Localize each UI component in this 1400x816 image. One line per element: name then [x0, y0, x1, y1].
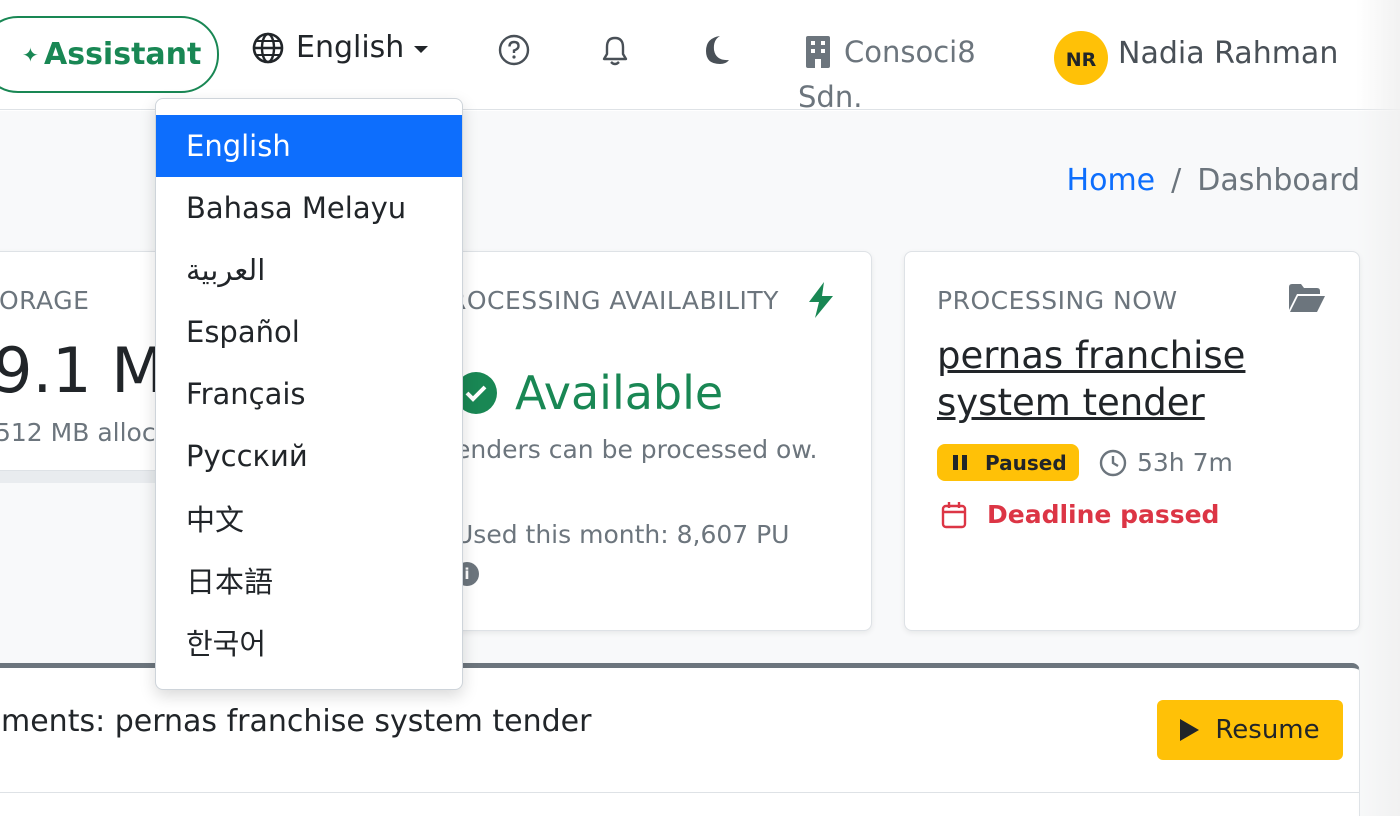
- language-option-malay[interactable]: Bahasa Melayu: [156, 177, 462, 239]
- language-option-russian[interactable]: Русский: [156, 425, 462, 487]
- bell-icon[interactable]: [600, 34, 630, 66]
- language-label: English: [296, 30, 405, 65]
- paused-label: Paused: [985, 450, 1067, 475]
- documents-title: ments: pernas franchise system tender: [1, 704, 592, 739]
- company-name: Consoci8: [844, 35, 976, 69]
- play-icon: [1180, 719, 1200, 741]
- calendar-icon: [941, 501, 967, 528]
- breadcrumb-home-link[interactable]: Home: [1067, 163, 1156, 198]
- language-option-english[interactable]: English: [156, 115, 462, 177]
- paused-status-badge: Paused: [937, 444, 1079, 481]
- processing-card-title: ROCESSING AVAILABILITY: [449, 286, 779, 315]
- assistant-button[interactable]: ✦ Assistant: [0, 16, 219, 93]
- user-avatar[interactable]: NR: [1054, 31, 1108, 85]
- resume-label: Resume: [1215, 715, 1320, 745]
- language-option-french[interactable]: Français: [156, 363, 462, 425]
- language-option-chinese[interactable]: 中文: [156, 487, 462, 549]
- availability-description: enders can be processed ow.: [455, 435, 818, 464]
- current-tender-link[interactable]: pernas franchise system tender: [937, 332, 1337, 426]
- elapsed-time: 53h 7m: [1099, 444, 1233, 481]
- processing-now-title: PROCESSING NOW: [937, 286, 1178, 315]
- availability-status: Available: [455, 366, 723, 420]
- lightning-icon: [809, 282, 833, 318]
- breadcrumb-separator: /: [1171, 163, 1182, 198]
- assistant-label: Assistant: [44, 37, 202, 72]
- deadline-status: Deadline passed: [941, 500, 1219, 529]
- language-option-arabic[interactable]: العربية: [156, 239, 462, 301]
- user-name[interactable]: Nadia Rahman: [1118, 36, 1338, 71]
- elapsed-value: 53h 7m: [1137, 448, 1233, 477]
- breadcrumb-current: Dashboard: [1197, 163, 1360, 198]
- clock-icon: [1099, 449, 1127, 476]
- breadcrumb: Home / Dashboard: [1067, 163, 1360, 198]
- card-divider: [0, 792, 1359, 793]
- folder-open-icon: [1289, 284, 1325, 312]
- building-icon: [806, 36, 830, 68]
- globe-icon: [252, 32, 284, 63]
- dark-mode-moon-icon[interactable]: [700, 34, 730, 66]
- storage-card-title: ORAGE: [0, 286, 90, 315]
- language-option-japanese[interactable]: 日本語: [156, 549, 462, 611]
- language-dropdown-toggle[interactable]: English: [252, 30, 429, 65]
- language-dropdown-menu: English Bahasa Melayu العربية Español Fr…: [155, 98, 463, 690]
- language-option-korean[interactable]: 한국어: [156, 611, 462, 673]
- processing-now-card: PROCESSING NOW pernas franchise system t…: [904, 251, 1360, 631]
- availability-label: Available: [515, 366, 724, 420]
- company-selector[interactable]: Consoci8 Sdn.: [798, 32, 1000, 122]
- magic-wand-icon: ✦: [22, 42, 39, 67]
- processing-availability-card: ROCESSING AVAILABILITY Available enders …: [424, 251, 872, 631]
- storage-value: 9.1 M: [0, 334, 165, 407]
- deadline-label: Deadline passed: [987, 500, 1220, 529]
- language-option-spanish[interactable]: Español: [156, 301, 462, 363]
- usage-this-month: Used this month: 8,607 PU: [455, 520, 790, 549]
- resume-button[interactable]: Resume: [1157, 700, 1343, 760]
- pause-icon: [953, 455, 971, 470]
- caret-down-icon: [414, 46, 429, 53]
- top-navbar: ✦ Assistant English Consoci8 Sdn. NR Nad…: [0, 0, 1400, 114]
- help-icon[interactable]: [498, 34, 530, 66]
- storage-allocation: 512 MB alloc: [0, 418, 156, 447]
